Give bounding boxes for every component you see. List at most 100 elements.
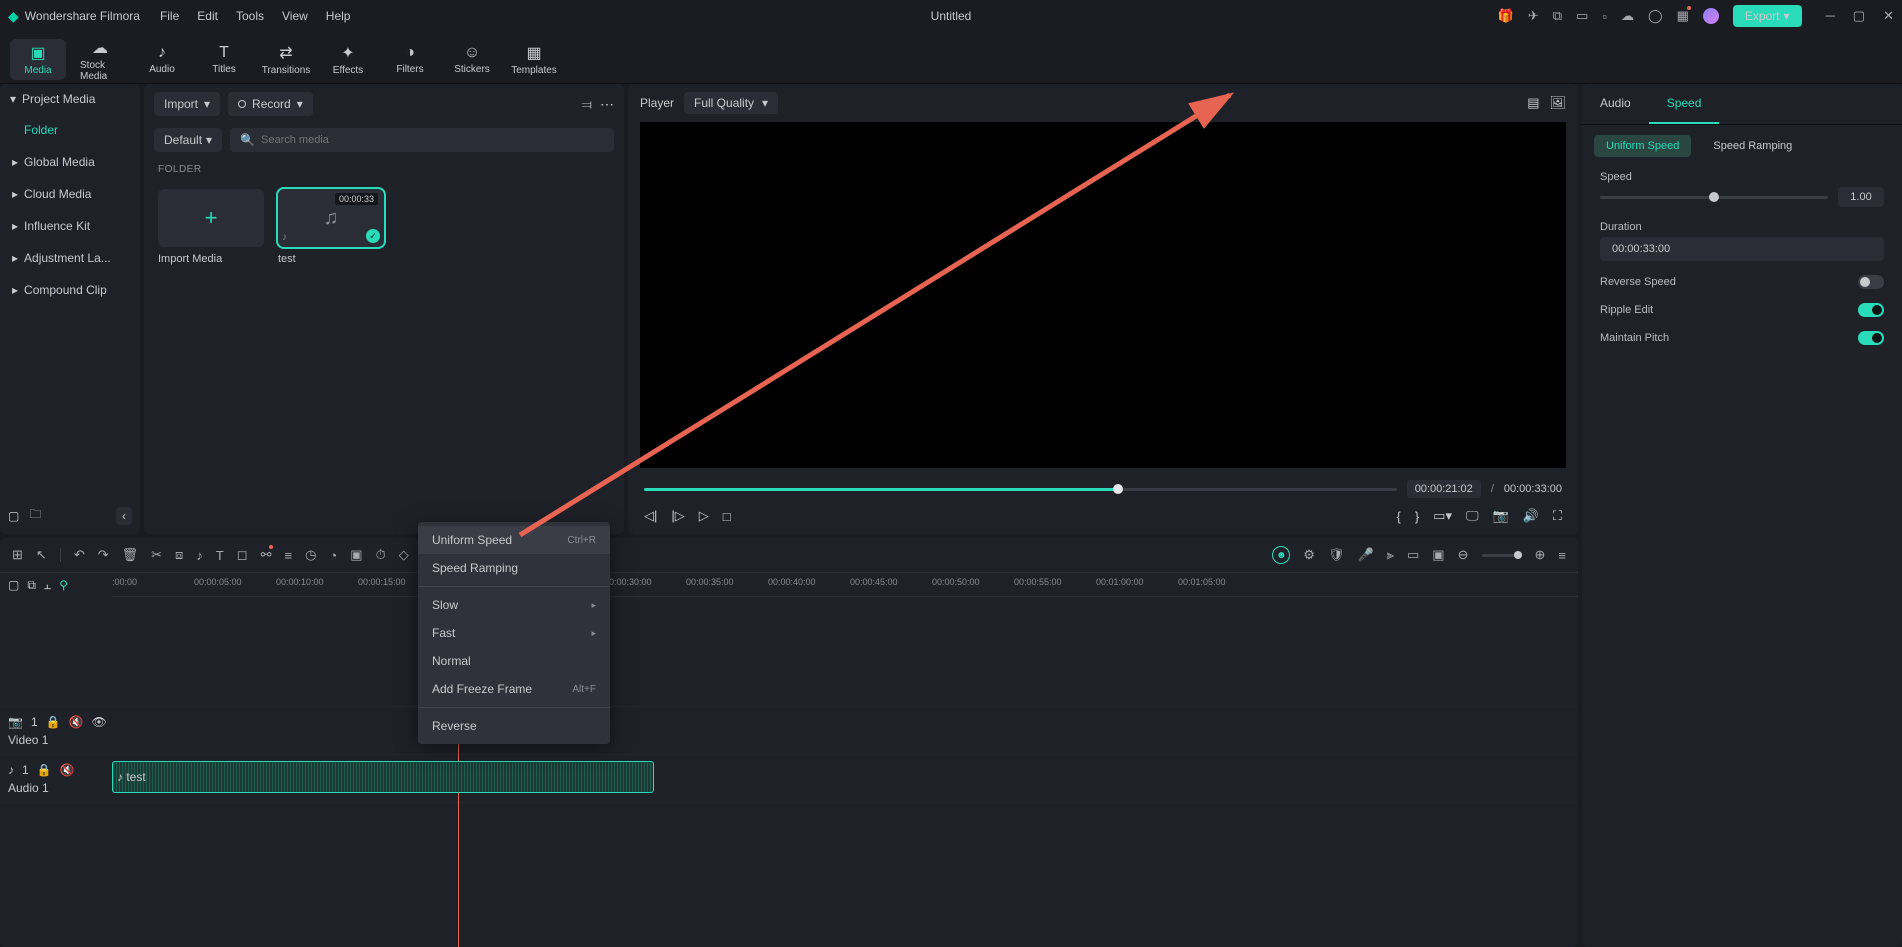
auto-icon[interactable]: ⚲: [59, 578, 68, 592]
undo-button[interactable]: ↶: [74, 547, 85, 563]
sidebar-adjustment-layer[interactable]: ▸Adjustment La...: [0, 242, 140, 274]
screenshot-icon[interactable]: ⧉: [1553, 8, 1562, 24]
shield-icon[interactable]: 🛡: [1328, 547, 1345, 563]
display-icon[interactable]: 🖵: [1466, 508, 1479, 524]
sort-dropdown[interactable]: Default▾: [154, 128, 222, 152]
menu-add-freeze-frame[interactable]: Add Freeze FrameAlt+F: [418, 675, 610, 703]
monitor-icon[interactable]: ▭: [1576, 8, 1588, 24]
save-icon[interactable]: ▫: [1602, 9, 1607, 24]
reverse-speed-toggle[interactable]: [1858, 275, 1884, 289]
video-track-header[interactable]: 📷1🔒🔇👁 Video 1: [0, 707, 112, 754]
aspect-dropdown[interactable]: ▭▾: [1433, 508, 1452, 524]
tab-stock-media[interactable]: ☁Stock Media: [72, 34, 128, 86]
folder-icon[interactable]: 🗀: [29, 505, 41, 526]
tab-effects[interactable]: ✦Effects: [320, 39, 376, 80]
import-dropdown[interactable]: Import▾: [154, 92, 220, 116]
redo-button[interactable]: ↷: [98, 547, 109, 563]
menu-speed-ramping[interactable]: Speed Ramping: [418, 554, 610, 582]
split-button[interactable]: ✂: [151, 547, 162, 563]
prev-frame-button[interactable]: ◁|: [644, 508, 657, 524]
menu-slow[interactable]: Slow▸: [418, 591, 610, 619]
inspector-tab-audio[interactable]: Audio: [1582, 84, 1649, 124]
maximize-button[interactable]: ▢: [1853, 8, 1865, 24]
tab-transitions[interactable]: ⇄Transitions: [258, 39, 314, 80]
fullscreen-button[interactable]: ⛶: [1553, 508, 1562, 524]
play-button[interactable]: ▷: [699, 508, 709, 524]
sidebar-global-media[interactable]: ▸Global Media: [0, 146, 140, 178]
record-dropdown[interactable]: Record▾: [228, 92, 313, 116]
sidebar-project-media[interactable]: ▾Project Media: [0, 84, 140, 114]
ripple-edit-toggle[interactable]: [1858, 303, 1884, 317]
snapshot-icon[interactable]: 🖼: [1549, 95, 1566, 111]
new-folder-icon[interactable]: ▢: [8, 509, 19, 523]
tab-stickers[interactable]: ☺Stickers: [444, 40, 500, 79]
speed-tool-icon[interactable]: ◷: [305, 547, 316, 563]
stop-button[interactable]: □: [723, 509, 731, 524]
lock-icon[interactable]: 🔒: [37, 763, 52, 777]
sidebar-folder[interactable]: Folder: [0, 114, 140, 146]
search-input[interactable]: 🔍: [230, 128, 614, 152]
timer-tool-icon[interactable]: ⏱: [376, 547, 386, 563]
compare-icon[interactable]: ▤: [1527, 95, 1539, 111]
mask-tool-icon[interactable]: ◻: [237, 547, 248, 563]
timeline-audio-clip[interactable]: ♪ test: [112, 761, 654, 793]
eye-icon[interactable]: 👁: [92, 715, 107, 729]
audio-track-header[interactable]: ♪1🔒🔇 Audio 1: [0, 755, 112, 802]
mixer-icon[interactable]: ⫸: [1387, 547, 1394, 563]
speed-value[interactable]: 1.00: [1838, 187, 1884, 207]
close-button[interactable]: ✕: [1883, 8, 1894, 24]
maintain-pitch-toggle[interactable]: [1858, 331, 1884, 345]
step-back-button[interactable]: |▷: [671, 508, 684, 524]
sidebar-cloud-media[interactable]: ▸Cloud Media: [0, 178, 140, 210]
menu-view[interactable]: View: [282, 9, 308, 23]
link-tool-icon[interactable]: ⚯: [261, 547, 272, 563]
headphone-icon[interactable]: ◯: [1648, 8, 1663, 24]
menu-edit[interactable]: Edit: [197, 9, 218, 23]
player-viewport[interactable]: [640, 122, 1566, 468]
menu-reverse[interactable]: Reverse: [418, 712, 610, 740]
tab-media[interactable]: ▣Media: [10, 39, 66, 80]
menu-fast[interactable]: Fast▸: [418, 619, 610, 647]
zoom-slider[interactable]: [1482, 554, 1522, 557]
text-tool-icon[interactable]: T: [216, 548, 224, 563]
mark-in-button[interactable]: {: [1396, 509, 1400, 524]
crop-button[interactable]: ⧈: [175, 547, 183, 563]
subtab-uniform-speed[interactable]: Uniform Speed: [1594, 135, 1691, 157]
menu-help[interactable]: Help: [326, 9, 351, 23]
export-button[interactable]: Export ▾: [1733, 5, 1802, 27]
tab-filters[interactable]: ◑Filters: [382, 40, 438, 79]
sidebar-compound-clip[interactable]: ▸Compound Clip: [0, 274, 140, 306]
keyframe-tool-icon[interactable]: ◇: [399, 547, 409, 563]
color-tool-icon[interactable]: ◔: [329, 548, 337, 563]
menu-uniform-speed[interactable]: Uniform SpeedCtrl+R: [418, 526, 610, 554]
zoom-out-button[interactable]: ⊖: [1458, 547, 1469, 563]
timeline-ruler[interactable]: :00:00 00:00:05:00 00:00:10:00 00:00:15:…: [112, 573, 1578, 597]
gear-icon[interactable]: ⚙: [1303, 547, 1315, 563]
mute-icon[interactable]: 🔇: [69, 715, 84, 729]
mute-icon[interactable]: 🔇: [60, 763, 75, 777]
menu-file[interactable]: File: [160, 9, 179, 23]
tab-templates[interactable]: ▦Templates: [506, 39, 562, 80]
adjust-tool-icon[interactable]: ▣: [350, 547, 362, 563]
more-icon[interactable]: ⋯: [600, 96, 614, 113]
current-timecode[interactable]: 00:00:21:02: [1407, 480, 1481, 498]
import-media-card[interactable]: + Import Media: [158, 189, 264, 265]
audio-tool-icon[interactable]: ♪: [196, 548, 203, 563]
apps-icon[interactable]: ▦: [1677, 8, 1689, 24]
capture-icon[interactable]: 📷: [1493, 508, 1509, 524]
menu-normal[interactable]: Normal: [418, 647, 610, 675]
minimize-button[interactable]: ─: [1826, 8, 1835, 24]
magnet-icon[interactable]: ⫠: [44, 578, 51, 593]
media-clip-test[interactable]: 00:00:33 ♫ ♪ ✓ test: [278, 189, 384, 265]
layout-icon[interactable]: ⊞: [12, 547, 23, 563]
tab-audio[interactable]: ♪Audio: [134, 40, 190, 79]
sidebar-influence-kit[interactable]: ▸Influence Kit: [0, 210, 140, 242]
ai-tool-icon[interactable]: ☻: [1272, 546, 1290, 564]
pip-icon[interactable]: ▭: [1407, 547, 1419, 563]
avatar-icon[interactable]: [1703, 8, 1719, 24]
gift-icon[interactable]: 🎁: [1498, 8, 1514, 24]
snap-icon[interactable]: ▢: [8, 578, 19, 592]
speed-slider[interactable]: [1600, 196, 1828, 199]
detach-tool-icon[interactable]: ≡: [284, 548, 292, 563]
menu-tools[interactable]: Tools: [236, 9, 264, 23]
